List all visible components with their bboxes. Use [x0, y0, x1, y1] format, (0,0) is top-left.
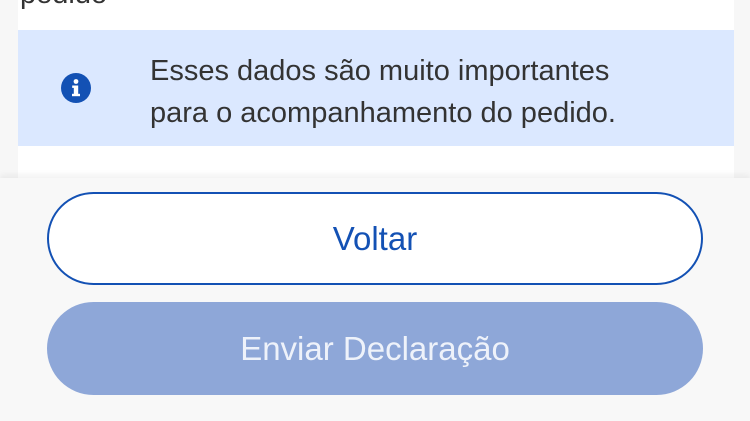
info-message-line-2: para o acompanhamento do pedido. [150, 97, 616, 129]
info-banner: Esses dados são muito importantes para o… [18, 30, 734, 146]
action-footer: Voltar Enviar Declaração [0, 178, 750, 421]
send-declaration-button[interactable]: Enviar Declaração [47, 302, 703, 395]
info-message: Esses dados são muito importantes para o… [150, 50, 720, 134]
back-button[interactable]: Voltar [47, 192, 703, 285]
info-message-line-1: Esses dados são muito importantes [150, 55, 610, 87]
info-icon [61, 73, 91, 103]
screen: pedido Esses dados são muito importantes… [0, 0, 750, 421]
cut-off-text: pedido [20, 0, 107, 11]
content-card: pedido Esses dados são muito importantes… [18, 0, 734, 178]
